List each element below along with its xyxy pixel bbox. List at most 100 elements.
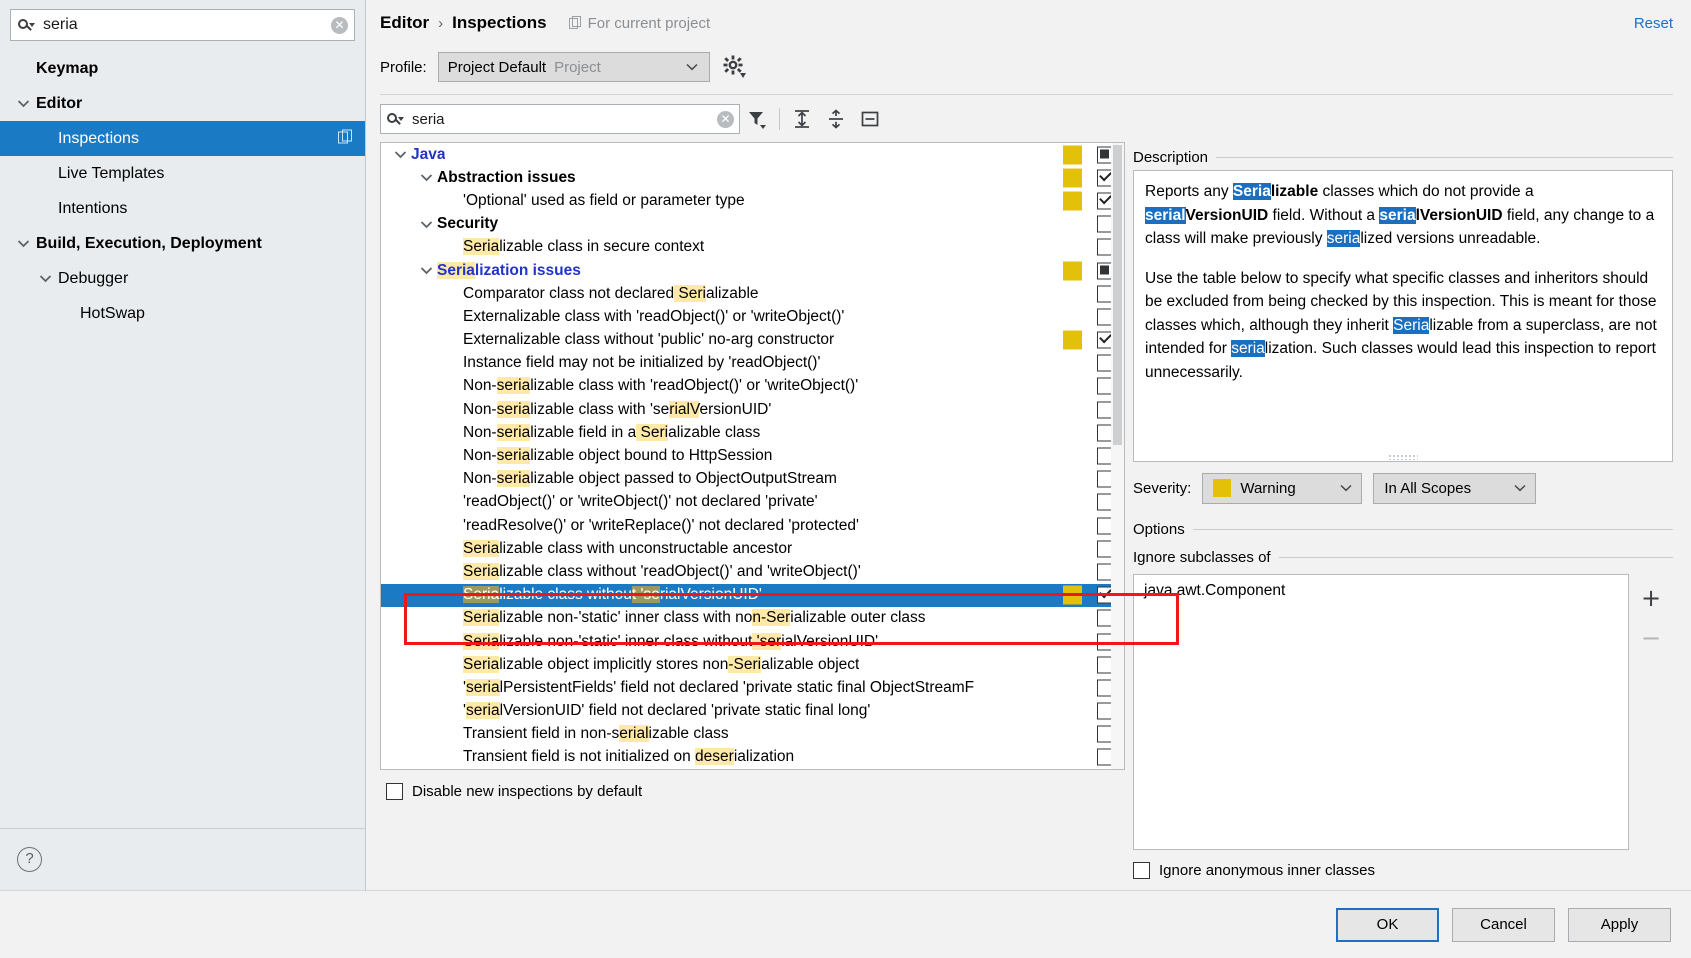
disable-new-inspections-checkbox[interactable] <box>386 782 403 800</box>
search-match: seria <box>496 447 531 465</box>
breadcrumb-editor[interactable]: Editor <box>380 13 429 33</box>
inspection-row[interactable]: Externalizable class with 'readObject()'… <box>381 305 1124 328</box>
list-item[interactable]: java.awt.Component <box>1144 582 1618 600</box>
ok-button[interactable]: OK <box>1336 907 1439 942</box>
apply-button[interactable]: Apply <box>1568 907 1671 942</box>
scope-combo[interactable]: In All Scopes <box>1373 472 1537 504</box>
chevron-down-icon[interactable] <box>10 99 36 108</box>
inspection-row[interactable]: 'readObject()' or 'writeObject()' not de… <box>381 491 1124 514</box>
profile-combo[interactable]: Project Default Project <box>437 52 710 82</box>
search-match: seria <box>496 470 531 488</box>
sidebar-item-build-execution-deployment[interactable]: Build, Execution, Deployment <box>0 226 365 261</box>
inspection-row[interactable]: Transient field is not initialized on de… <box>381 746 1124 769</box>
chevron-down-icon[interactable] <box>415 266 437 275</box>
breadcrumb-inspections[interactable]: Inspections <box>452 13 546 33</box>
main-split: Java Abstraction issues 'Optional' used as… <box>366 142 1691 890</box>
search-match: Seria <box>463 655 500 673</box>
inspection-row[interactable]: Non-serializable field in a Serializable… <box>381 421 1124 444</box>
sidebar-footer: ? <box>0 828 365 890</box>
ignore-anonymous-checkbox[interactable] <box>1133 861 1150 879</box>
copy-settings-icon[interactable] <box>338 128 353 149</box>
chevron-down-icon[interactable] <box>389 150 411 159</box>
settings-dialog: seria ✕ Keymap Editor Inspections Live Temp… <box>0 0 1691 958</box>
chevron-down-icon <box>675 63 709 71</box>
remove-button[interactable]: − <box>1639 626 1663 650</box>
inspection-row[interactable]: Serializable class in secure context <box>381 236 1124 259</box>
filter-icon[interactable] <box>740 104 774 134</box>
severity-swatch <box>1063 145 1082 165</box>
search-match: seria <box>496 377 531 395</box>
inspection-row[interactable]: Serializable non-'static' inner class wi… <box>381 607 1124 630</box>
clear-search-icon[interactable]: ✕ <box>717 110 734 128</box>
severity-color-swatch <box>1213 479 1232 497</box>
help-icon[interactable]: ? <box>17 847 42 872</box>
scope-value: In All Scopes <box>1384 479 1472 497</box>
tree-scrollbar-thumb[interactable] <box>1113 145 1122 445</box>
inspection-row[interactable]: Non-serializable class with 'serialVersi… <box>381 398 1124 421</box>
scope-note: For current project <box>568 15 710 32</box>
inspection-row[interactable]: Security <box>381 213 1124 236</box>
sidebar-item-inspections[interactable]: Inspections <box>0 121 365 156</box>
inspection-row[interactable]: Non-serializable object passed to Object… <box>381 468 1124 491</box>
search-match: erial <box>619 725 649 743</box>
inspection-row[interactable]: Transient field in non-serializable clas… <box>381 723 1124 746</box>
collapse-all-icon[interactable] <box>819 104 853 134</box>
inspection-row[interactable]: 'Optional' used as field or parameter ty… <box>381 189 1124 212</box>
inspection-row[interactable]: Non-serializable class with 'readObject(… <box>381 375 1124 398</box>
chevron-down-icon[interactable] <box>10 239 36 248</box>
inspection-row[interactable]: 'serialVersionUID' field not declared 'p… <box>381 700 1124 723</box>
profile-suffix: Project <box>554 58 601 76</box>
sidebar-item-hotswap[interactable]: HotSwap <box>0 296 365 331</box>
chevron-down-icon[interactable] <box>415 173 437 182</box>
chevron-down-icon[interactable] <box>415 220 437 229</box>
inspection-row[interactable]: Serializable non-'static' inner class wi… <box>381 630 1124 653</box>
inspection-row[interactable]: Serializable class without 'serialVersio… <box>381 583 1124 607</box>
inspection-row[interactable]: Externalizable class without 'public' no… <box>381 329 1124 352</box>
resize-grip-icon[interactable] <box>1388 454 1418 460</box>
sidebar-search-input[interactable]: seria <box>35 17 331 33</box>
sidebar-item-intentions[interactable]: Intentions <box>0 191 365 226</box>
clear-search-icon[interactable]: ✕ <box>331 16 348 34</box>
inspection-label: Java <box>411 145 446 163</box>
description-text-run: lized versions unreadable. <box>1360 230 1541 247</box>
inspection-tree-panel[interactable]: Java Abstraction issues 'Optional' used as… <box>380 142 1125 771</box>
inspection-row[interactable]: Serializable class without 'readObject()… <box>381 560 1124 583</box>
inspection-row[interactable]: Comparator class not declared Serializab… <box>381 282 1124 305</box>
severity-combo[interactable]: Warning <box>1202 472 1363 504</box>
inspection-search-input[interactable]: seria <box>404 112 717 127</box>
ignore-anonymous-label: Ignore anonymous inner classes <box>1159 861 1375 879</box>
severity-label: Severity: <box>1133 479 1192 497</box>
gear-icon[interactable] <box>721 54 747 80</box>
search-match: 'ser <box>752 632 782 650</box>
inspection-row[interactable]: Serializable object implicitly stores no… <box>381 653 1124 676</box>
description-text-run: lizable <box>1270 183 1319 200</box>
inspection-row[interactable]: Instance field may not be initialized by… <box>381 352 1124 375</box>
profile-row: Profile: Project Default Project <box>366 46 1691 88</box>
sidebar-item-live-templates[interactable]: Live Templates <box>0 156 365 191</box>
inspection-row[interactable]: Java <box>381 143 1124 166</box>
sidebar-item-keymap[interactable]: Keymap <box>0 51 365 86</box>
chevron-down-icon[interactable] <box>32 274 58 283</box>
inspection-search-box[interactable]: seria ✕ <box>380 104 740 134</box>
add-button[interactable]: + <box>1639 586 1663 610</box>
inspection-row[interactable]: Non-serializable object bound to HttpSes… <box>381 444 1124 467</box>
inspection-row[interactable]: 'serialPersistentFields' field not decla… <box>381 676 1124 699</box>
reset-link[interactable]: Reset <box>1634 15 1673 32</box>
expand-all-icon[interactable] <box>785 104 819 134</box>
description-paragraph-2: Use the table below to specify what spec… <box>1145 267 1661 385</box>
sidebar-item-label: Editor <box>36 94 83 112</box>
sidebar-item-debugger[interactable]: Debugger <box>0 261 365 296</box>
search-icon <box>18 18 35 33</box>
sidebar-item-editor[interactable]: Editor <box>0 86 365 121</box>
ignore-subclasses-list[interactable]: java.awt.Component <box>1133 574 1629 850</box>
inspection-row[interactable]: Abstraction issues <box>381 166 1124 189</box>
inspection-row[interactable]: Serializable class with unconstructable … <box>381 537 1124 560</box>
cancel-button[interactable]: Cancel <box>1452 907 1555 942</box>
inspection-row[interactable]: Serialization issues <box>381 259 1124 282</box>
description-rule <box>1216 156 1673 158</box>
inspection-row[interactable]: 'readResolve()' or 'writeReplace()' not … <box>381 514 1124 537</box>
group-by-icon[interactable] <box>853 104 887 134</box>
sidebar-search-box[interactable]: seria ✕ <box>10 9 355 41</box>
dialog-footer: OK Cancel Apply <box>0 890 1691 958</box>
tree-scrollbar[interactable] <box>1111 143 1124 770</box>
